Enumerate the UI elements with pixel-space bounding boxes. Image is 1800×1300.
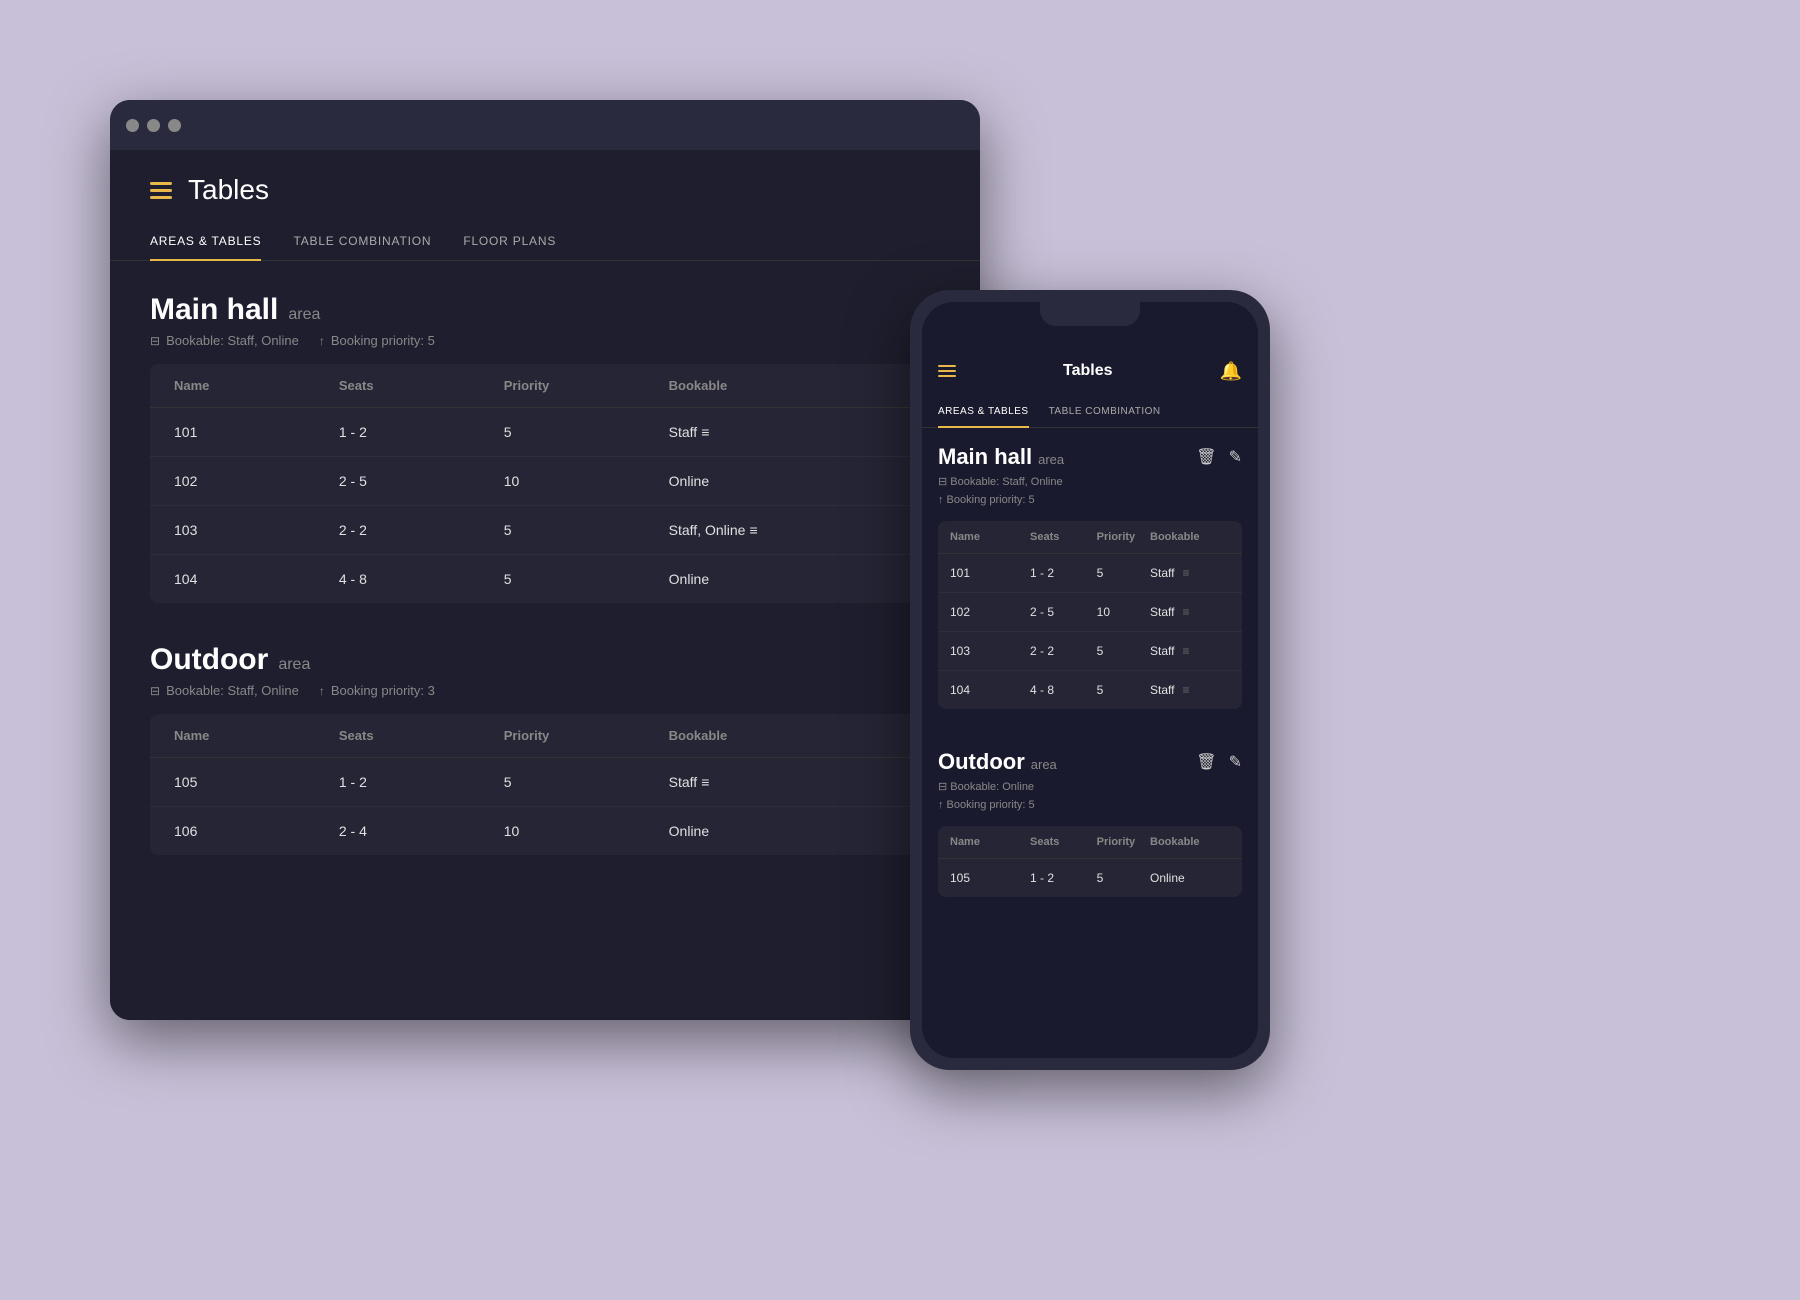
phone-area-heading-main-hall: Main hall area 🗑 ✎ <box>938 444 1242 470</box>
phone-area-actions-main-hall: 🗑 ✎ <box>1196 447 1242 467</box>
tab-bar: AREAS & TABLES TABLE COMBINATION FLOOR P… <box>110 222 980 261</box>
phone-table-row: 104 4 - 8 5 Staff ≡ <box>938 671 1242 709</box>
phone-notch <box>1040 302 1140 326</box>
table-header: Name Seats Priority Bookable <box>150 714 940 758</box>
phone-table-header: Name Seats Priority Bookable <box>938 521 1242 554</box>
phone-table-header: Name Seats Priority Bookable <box>938 826 1242 859</box>
tablet-content: Tables AREAS & TABLES TABLE COMBINATION … <box>110 150 980 1020</box>
tab-floor-plans[interactable]: FLOOR PLANS <box>463 222 556 260</box>
phone-area-badge-main-hall: area <box>1038 452 1064 467</box>
area-name-main-hall: Main hall <box>150 293 278 327</box>
phone-area-actions-outdoor: 🗑 ✎ <box>1196 752 1242 772</box>
tab-areas-tables[interactable]: AREAS & TABLES <box>150 222 261 260</box>
area-priority-outdoor: ↑ Booking priority: 3 <box>319 683 435 698</box>
phone-tab-table-combination[interactable]: TABLE COMBINATION <box>1049 396 1161 427</box>
table-row: 105 1 - 2 5 Staff ≡ <box>150 758 940 807</box>
phone-list-icon[interactable]: ≡ <box>1182 566 1189 580</box>
page-title: Tables <box>188 174 269 206</box>
area-badge-main-hall: area <box>288 306 320 324</box>
table-outdoor: Name Seats Priority Bookable 105 1 - 2 5 <box>150 714 940 855</box>
area-name-outdoor: Outdoor <box>150 643 268 677</box>
area-bookable-outdoor: ⊟ Bookable: Staff, Online <box>150 683 299 698</box>
phone-menu-icon[interactable] <box>938 365 956 377</box>
phone-content: Main hall area 🗑 ✎ ⊟ Bookable: Staff, On… <box>922 428 1258 1036</box>
phone-tab-bar: AREAS & TABLES TABLE COMBINATION <box>922 396 1258 428</box>
phone-area-name-main-hall: Main hall <box>938 444 1032 470</box>
phone-title: Tables <box>1063 362 1113 380</box>
bell-icon[interactable]: 🔔 <box>1220 361 1242 382</box>
area-section-outdoor: Outdoor area ⊟ Bookable: Staff, Online ↑… <box>150 643 940 855</box>
phone-area-meta-main-hall: ⊟ Bookable: Staff, Online ↑ Booking prio… <box>938 474 1242 509</box>
window-dot-green[interactable] <box>168 119 181 132</box>
edit-icon[interactable]: ✎ <box>1229 447 1242 467</box>
window-dot-red[interactable] <box>126 119 139 132</box>
phone-tab-areas-tables[interactable]: AREAS & TABLES <box>938 396 1029 427</box>
tablet-header: Tables <box>110 150 980 222</box>
area-section-main-hall: Main hall area ⊟ Bookable: Staff, Online… <box>150 293 940 603</box>
phone-list-icon[interactable]: ≡ <box>1182 605 1189 619</box>
table-main-hall: Name Seats Priority Bookable 101 1 - 2 5 <box>150 364 940 603</box>
phone-area-meta-outdoor: ⊟ Bookable: Online ↑ Booking priority: 5 <box>938 779 1242 814</box>
menu-icon[interactable] <box>150 182 172 199</box>
phone-frame: Tables 🔔 AREAS & TABLES TABLE COMBINATIO… <box>910 290 1270 1070</box>
phone-table-main-hall: Name Seats Priority Bookable 101 1 - 2 5 <box>938 521 1242 709</box>
phone-area-name-wrap-outdoor: Outdoor area <box>938 749 1057 775</box>
phone-area-name-outdoor: Outdoor <box>938 749 1025 775</box>
delete-icon[interactable]: 🗑 <box>1196 752 1216 772</box>
phone-area-outdoor: Outdoor area 🗑 ✎ ⊟ Bookable: Online ↑ Bo… <box>938 749 1242 897</box>
area-meta-main-hall: ⊟ Bookable: Staff, Online ↑ Booking prio… <box>150 333 940 348</box>
area-heading-main-hall: Main hall area <box>150 293 940 327</box>
edit-icon[interactable]: ✎ <box>1229 752 1242 772</box>
delete-icon[interactable]: 🗑 <box>1196 447 1216 467</box>
phone-header: Tables 🔔 <box>922 346 1258 396</box>
phone-list-icon[interactable]: ≡ <box>1182 644 1189 658</box>
area-badge-outdoor: area <box>278 656 310 674</box>
phone-table-row: 103 2 - 2 5 Staff ≡ <box>938 632 1242 671</box>
titlebar <box>110 100 980 150</box>
area-priority-main-hall: ↑ Booking priority: 5 <box>319 333 435 348</box>
area-meta-outdoor: ⊟ Bookable: Staff, Online ↑ Booking prio… <box>150 683 940 698</box>
phone-area-main-hall: Main hall area 🗑 ✎ ⊟ Bookable: Staff, On… <box>938 444 1242 709</box>
phone-notch-bar <box>922 302 1258 346</box>
table-row: 101 1 - 2 5 Staff ≡ <box>150 408 940 457</box>
list-icon[interactable]: ≡ <box>749 522 757 538</box>
area-heading-outdoor: Outdoor area <box>150 643 940 677</box>
calendar-icon: ⊟ <box>150 334 160 348</box>
window-dot-yellow[interactable] <box>147 119 160 132</box>
phone-table-row: 102 2 - 5 10 Staff ≡ <box>938 593 1242 632</box>
tab-table-combination[interactable]: TABLE COMBINATION <box>293 222 431 260</box>
phone-area-name-wrap: Main hall area <box>938 444 1064 470</box>
phone-area-badge-outdoor: area <box>1031 757 1057 772</box>
table-row: 102 2 - 5 10 Online <box>150 457 940 506</box>
phone-table-row: 105 1 - 2 5 Online <box>938 859 1242 897</box>
phone-inner: Tables 🔔 AREAS & TABLES TABLE COMBINATIO… <box>922 302 1258 1058</box>
calendar-icon: ⊟ <box>150 684 160 698</box>
table-header: Name Seats Priority Bookable <box>150 364 940 408</box>
priority-icon: ↑ <box>319 684 325 698</box>
areas-content: Main hall area ⊟ Bookable: Staff, Online… <box>110 261 980 1011</box>
phone-area-heading-outdoor: Outdoor area 🗑 ✎ <box>938 749 1242 775</box>
list-icon[interactable]: ≡ <box>701 424 709 440</box>
phone-table-row: 101 1 - 2 5 Staff ≡ <box>938 554 1242 593</box>
phone-list-icon[interactable]: ≡ <box>1182 683 1189 697</box>
priority-icon: ↑ <box>319 334 325 348</box>
phone-table-outdoor: Name Seats Priority Bookable 105 1 - 2 5… <box>938 826 1242 897</box>
area-bookable-main-hall: ⊟ Bookable: Staff, Online <box>150 333 299 348</box>
table-row: 104 4 - 8 5 Online <box>150 555 940 603</box>
list-icon[interactable]: ≡ <box>701 774 709 790</box>
table-row: 106 2 - 4 10 Online <box>150 807 940 855</box>
tablet-frame: Tables AREAS & TABLES TABLE COMBINATION … <box>110 100 980 1020</box>
table-row: 103 2 - 2 5 Staff, Online ≡ <box>150 506 940 555</box>
